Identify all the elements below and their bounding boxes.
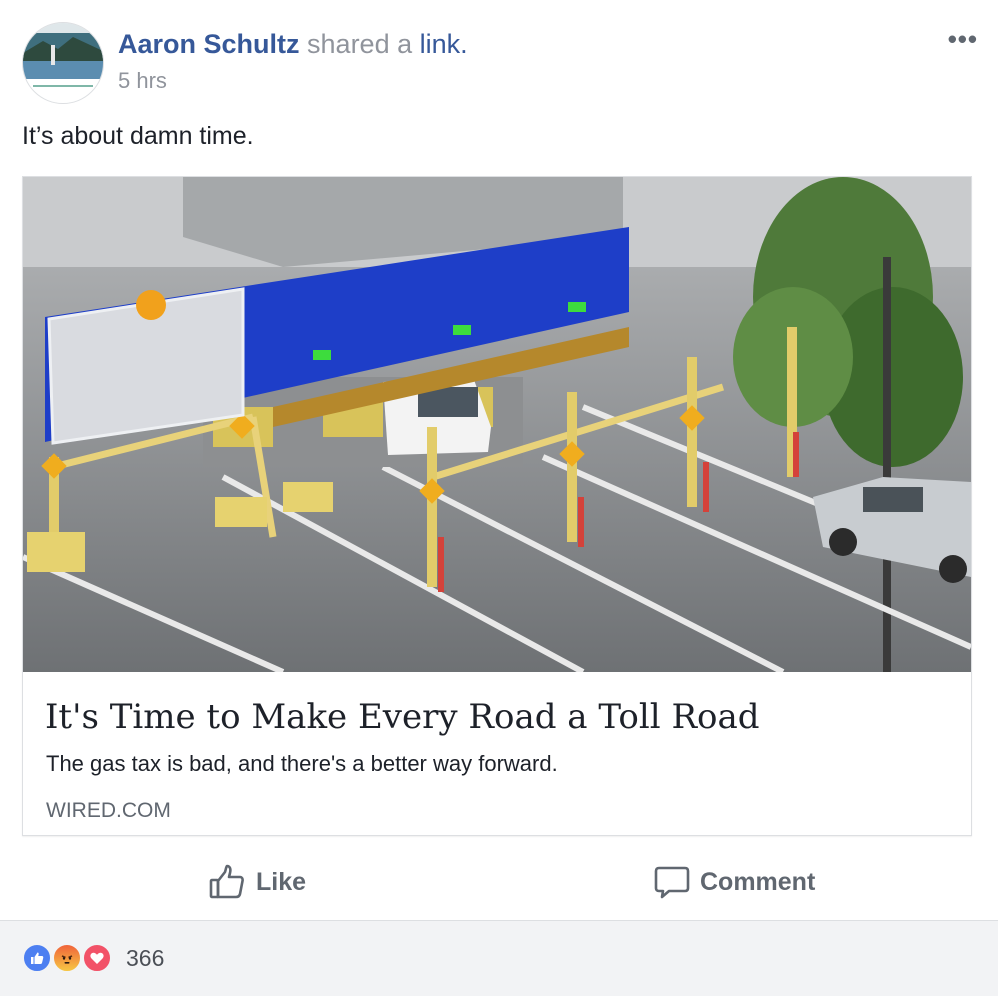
reaction-icons[interactable] <box>22 943 122 973</box>
thumbs-up-icon <box>208 863 246 901</box>
reactions-bar: 366 <box>0 920 998 996</box>
post-message: It’s about damn time. <box>22 122 254 150</box>
author-name-link[interactable]: Aaron Schultz <box>118 29 300 59</box>
angry-reaction-icon <box>52 943 82 973</box>
link-description: The gas tax is bad, and there's a better… <box>46 751 558 776</box>
toll-booth-image[interactable] <box>23 177 971 672</box>
comment-button[interactable]: Comment <box>654 860 815 904</box>
shared-link-link[interactable]: link. <box>420 29 468 59</box>
post-header-line: Aaron Schultz shared a link. <box>118 28 468 60</box>
comment-label: Comment <box>700 867 816 896</box>
speech-bubble-icon <box>654 864 690 900</box>
more-options-icon[interactable]: ••• <box>948 24 978 55</box>
like-reaction-icon <box>22 943 52 973</box>
link-preview-card[interactable]: It's Time to Make Every Road a Toll Road… <box>22 176 972 836</box>
action-text: shared a <box>307 29 413 59</box>
post-actions: Like Comment <box>0 852 998 914</box>
like-button[interactable]: Like <box>208 860 306 904</box>
reaction-count[interactable]: 366 <box>126 945 164 972</box>
like-label: Like <box>256 867 307 896</box>
post-timestamp[interactable]: 5 hrs <box>118 68 167 94</box>
author-avatar[interactable] <box>22 22 104 104</box>
feed-post: Aaron Schultz shared a link. 5 hrs ••• I… <box>0 0 998 996</box>
link-domain: WIRED.COM <box>46 799 171 822</box>
love-reaction-icon <box>82 943 112 973</box>
link-title[interactable]: It's Time to Make Every Road a Toll Road <box>45 697 760 737</box>
